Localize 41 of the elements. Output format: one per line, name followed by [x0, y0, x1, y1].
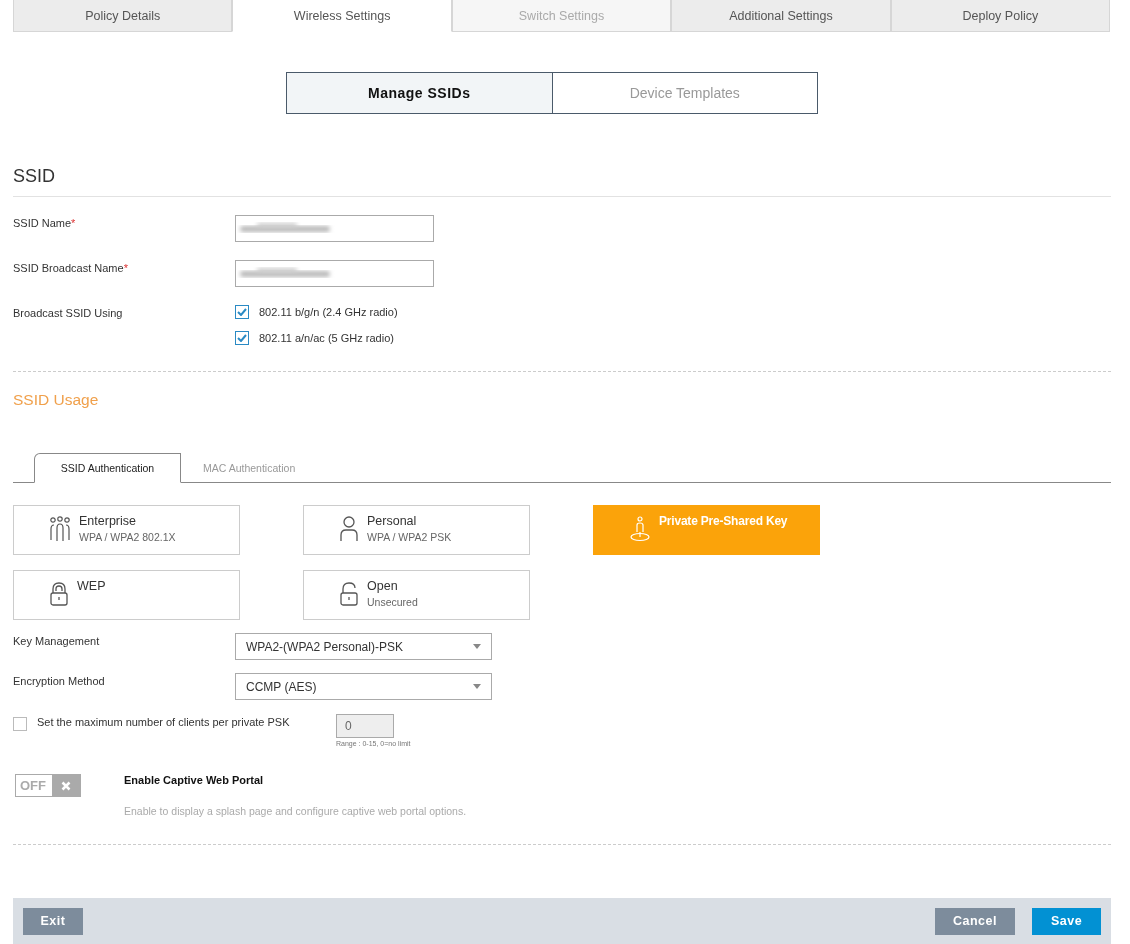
lock-icon — [49, 581, 69, 607]
segment-tab[interactable]: Manage SSIDs — [286, 72, 553, 114]
person-icon — [339, 516, 359, 542]
auth-option-card[interactable]: Open Unsecured — [303, 570, 530, 620]
field-label: SSID Name* — [13, 216, 77, 229]
input-field[interactable] — [235, 215, 434, 242]
auth-option-card[interactable]: Personal WPA / WPA2 PSK — [303, 505, 530, 555]
setting-title: Enable Captive Web Portal — [124, 774, 265, 786]
close-icon — [61, 780, 71, 791]
caret-icon — [473, 684, 481, 689]
exit-button[interactable]: Exit — [23, 907, 83, 935]
dropdown[interactable]: WPA2-(WPA2 Personal)-PSK — [235, 633, 492, 660]
tab[interactable]: Policy Details — [13, 0, 233, 32]
caret-icon — [473, 644, 481, 649]
section-heading: SSID Usage — [13, 391, 100, 410]
tab[interactable]: SSID Authentication — [34, 453, 181, 483]
save-button[interactable]: Save — [1032, 907, 1101, 935]
setting-description: Enable to display a splash page and configure captive web portal options. — [124, 805, 467, 817]
section-heading: SSID — [13, 166, 56, 188]
dropdown[interactable]: CCMP (AES) — [235, 673, 492, 700]
group-icon — [49, 516, 71, 542]
checkbox-label: 802.11 a/n/ac (5 GHz radio) — [259, 332, 394, 344]
field-label: SSID Broadcast Name* — [13, 261, 129, 274]
tab[interactable]: Deploy Policy — [890, 0, 1111, 32]
checkbox[interactable] — [235, 305, 249, 319]
field-label: Key Management — [13, 634, 101, 647]
cancel-button[interactable]: Cancel — [935, 907, 1015, 935]
person-key-icon — [629, 516, 651, 542]
auth-option-card[interactable]: Enterprise WPA / WPA2 802.1X — [13, 505, 240, 555]
field-label: Broadcast SSID Using — [13, 306, 124, 319]
unlocked-icon — [339, 581, 359, 607]
input-field[interactable] — [235, 260, 434, 287]
tab[interactable]: Additional Settings — [671, 0, 891, 32]
checkbox-label: Set the maximum number of clients per private PSK — [37, 715, 291, 728]
tab[interactable]: Wireless Settings — [232, 0, 452, 32]
checkbox-label: 802.11 b/g/n (2.4 GHz radio) — [259, 306, 398, 318]
checkbox[interactable] — [235, 331, 249, 345]
number-field[interactable]: 0 — [336, 714, 394, 738]
checkbox[interactable] — [13, 717, 27, 731]
auth-option-card[interactable]: WEP — [13, 570, 240, 620]
field-label: Encryption Method — [13, 674, 106, 687]
